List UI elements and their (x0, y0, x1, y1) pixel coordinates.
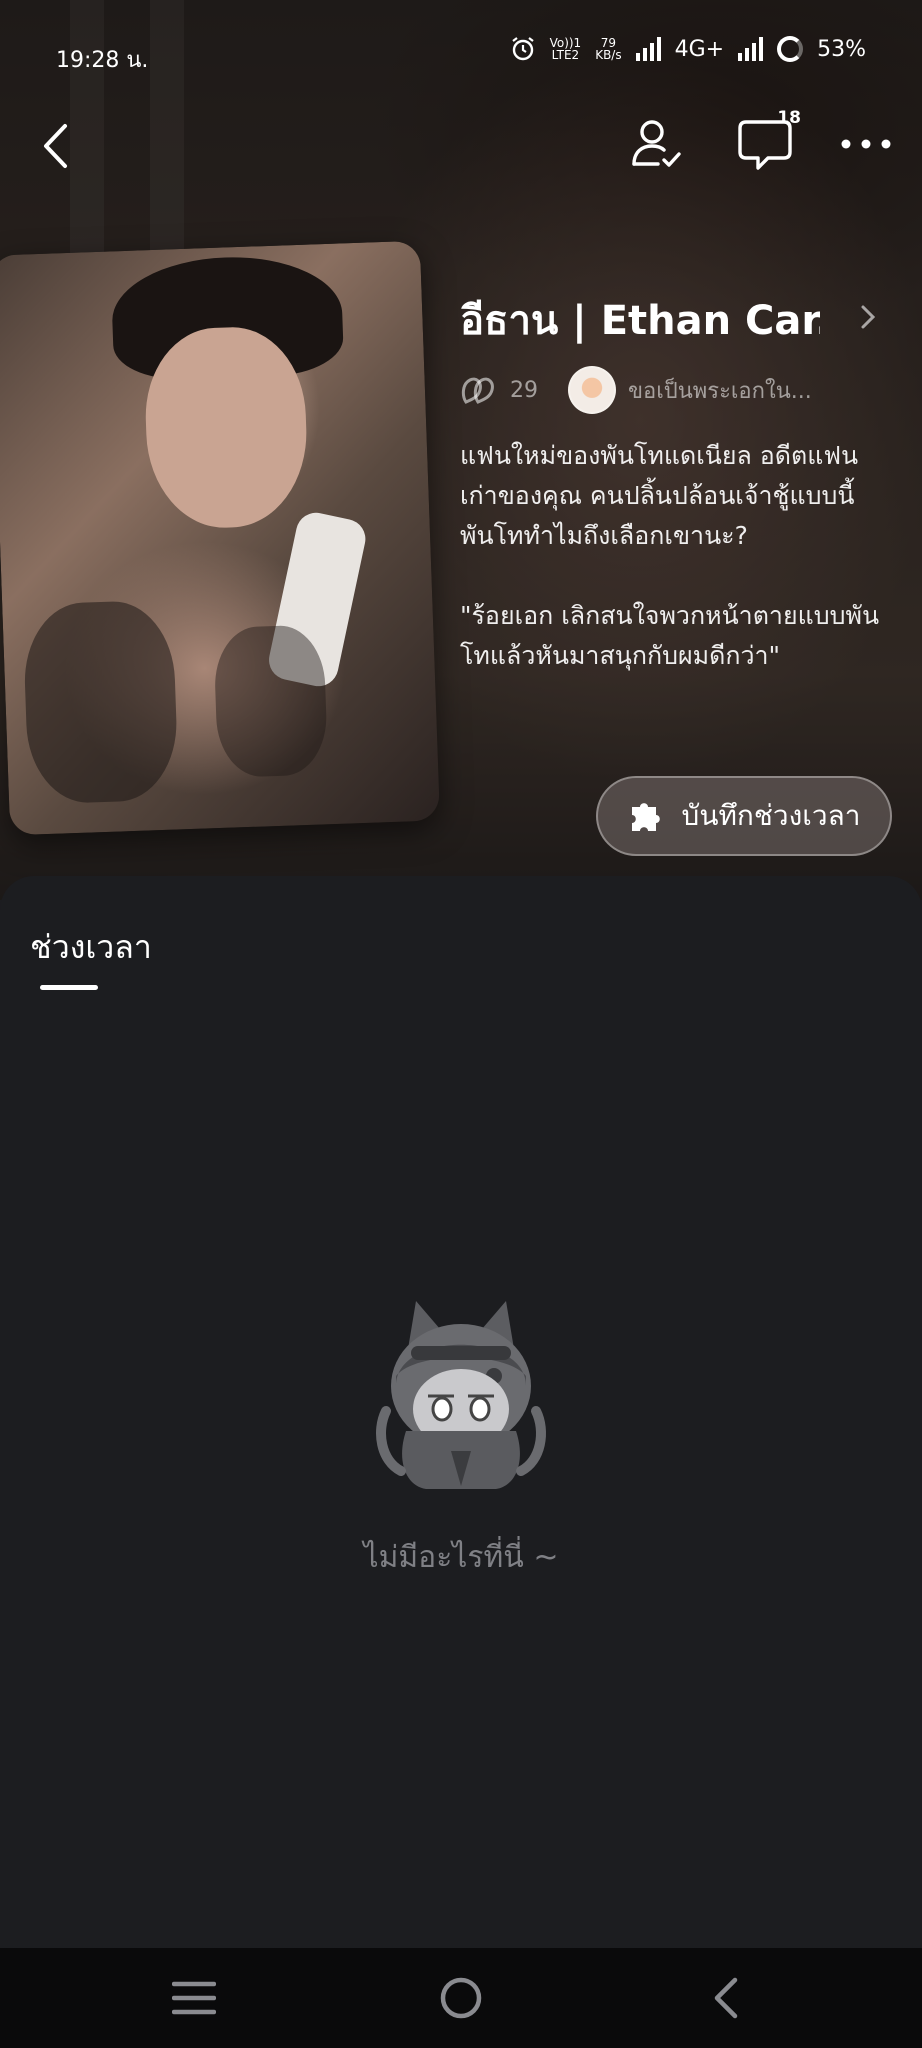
creator-avatar[interactable] (568, 366, 616, 414)
speed-unit: KB/s (595, 48, 622, 62)
back-arrow-icon (44, 124, 67, 168)
image-tattoo (22, 599, 180, 805)
recent-apps-button[interactable] (134, 1948, 254, 2048)
record-moment-label: บันทึกช่วงเวลา (681, 799, 861, 832)
empty-state-text: ไม่มีอะไรที่นี่ ~ (363, 1540, 559, 1575)
empty-mascot-illustration (376, 1301, 546, 1489)
character-name: อีธาน | Ethan Car... (460, 298, 820, 344)
home-button[interactable] (401, 1948, 521, 2048)
image-face (142, 324, 310, 531)
system-back-icon (714, 1977, 738, 2019)
messages-badge: 18 (777, 108, 801, 128)
lte-label: LTE2 (551, 48, 580, 62)
battery-icon (777, 36, 804, 62)
chat-count-icon (461, 377, 494, 404)
character-meta: 29 ขอเป็นพระเอกใน... (460, 364, 890, 416)
puzzle-icon (631, 803, 660, 831)
character-description: แฟนใหม่ของพันโทแดเนียล อดีตแฟนเก่าของคุณ… (460, 436, 880, 676)
character-image[interactable] (0, 240, 440, 836)
character-name-row[interactable]: อีธาน | Ethan Car... (460, 290, 890, 350)
tab-active-indicator (40, 985, 98, 990)
more-button[interactable] (836, 114, 896, 174)
moments-panel: ช่วงเวลา ไม่มีอะไรที่นี่ ~ (0, 876, 922, 1948)
messages-button[interactable]: 18 (733, 108, 801, 174)
top-nav: 18 (0, 108, 922, 190)
user-check-icon (632, 120, 681, 167)
status-icons: Vo))1 LTE2 79 KB/s 4G+ 53% (510, 36, 866, 62)
system-nav-bar (0, 1948, 922, 2048)
description-paragraph-1: แฟนใหม่ของพันโทแดเนียล อดีตแฟนเก่าของคุณ… (460, 441, 859, 550)
status-time: 19:28 น. (56, 48, 149, 73)
signal-icon-2 (738, 37, 764, 61)
follow-button[interactable] (626, 114, 686, 174)
system-back-button[interactable] (666, 1948, 786, 2048)
more-dots-icon (841, 139, 891, 149)
chat-count: 29 (510, 377, 538, 403)
tab-moments[interactable]: ช่วงเวลา (30, 922, 152, 973)
network-speed: 79 KB/s (595, 37, 621, 61)
signal-icon (635, 37, 661, 61)
back-button[interactable] (30, 114, 80, 178)
alarm-icon (511, 37, 534, 61)
network-type: 4G+ (674, 36, 725, 62)
record-moment-button[interactable]: บันทึกช่วงเวลา (596, 776, 892, 856)
chevron-right-icon (861, 305, 876, 329)
battery-level: 53% (817, 36, 866, 62)
status-bar: 19:28 น. Vo))1 LTE2 79 KB/s 4G+ 53% (0, 30, 922, 80)
menu-lines-icon (172, 1981, 216, 2015)
image-tattoo (213, 624, 329, 779)
description-paragraph-2: "ร้อยเอก เลิกสนใจพวกหน้าตายแบบพันโทแล้วห… (460, 601, 880, 670)
creator-name[interactable]: ขอเป็นพระเอกใน... (628, 373, 818, 408)
volte-indicator: Vo))1 LTE2 (550, 37, 582, 61)
home-circle-icon (440, 1977, 482, 2019)
